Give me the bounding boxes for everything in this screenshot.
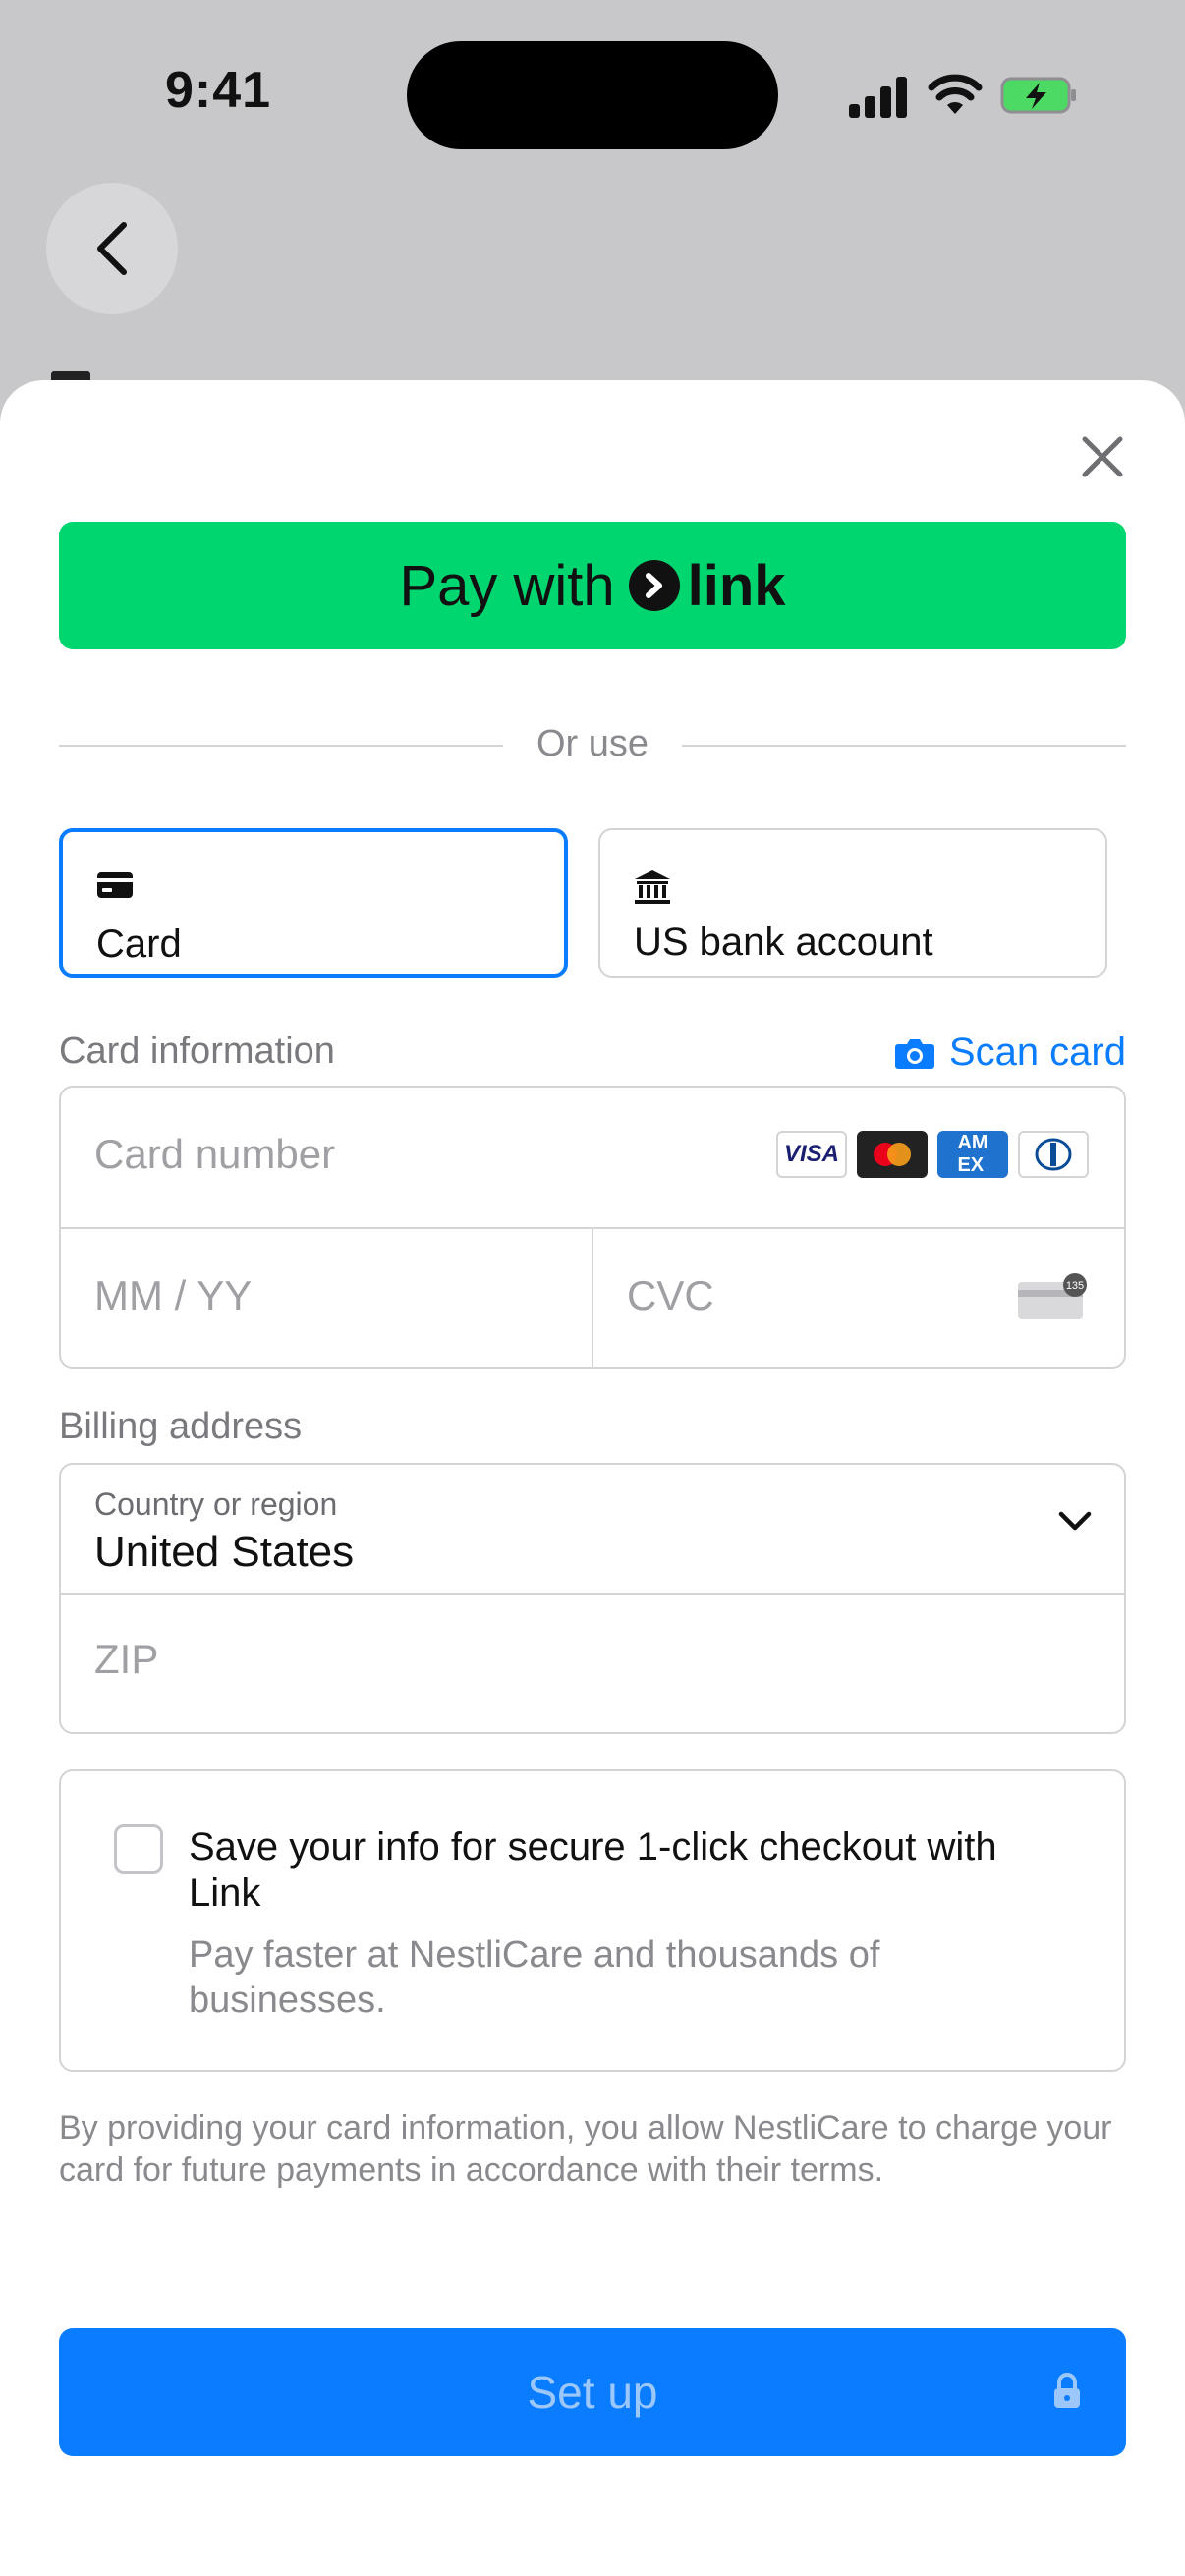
tab-card[interactable]: Card — [59, 828, 568, 978]
diners-club-icon — [1018, 1131, 1089, 1178]
chevron-down-icon — [1058, 1511, 1092, 1531]
setup-label: Set up — [527, 2367, 658, 2418]
zip-placeholder: ZIP — [94, 1636, 159, 1682]
cvc-card-icon: 135 — [1018, 1273, 1087, 1319]
card-information-label: Card information — [59, 1031, 335, 1072]
pay-with-link-button[interactable]: Pay with link — [59, 522, 1126, 649]
cvc-placeholder: CVC — [627, 1272, 714, 1318]
divider-label: Or use — [536, 723, 649, 764]
zip-field[interactable]: ZIP — [61, 1593, 1124, 1734]
link-arrow-icon — [628, 560, 680, 611]
lock-icon — [1054, 2373, 1080, 2408]
country-value: United States — [94, 1528, 355, 1576]
scan-card-label: Scan card — [948, 1031, 1126, 1074]
setup-button[interactable]: Set up — [59, 2328, 1126, 2456]
billing-address-label: Billing address — [59, 1406, 303, 1447]
card-information-fields: Card number VISA AM EX MM / YY CVC 135 — [59, 1086, 1126, 1369]
camera-icon — [894, 1038, 934, 1069]
tab-bank-label: US bank account — [634, 921, 933, 964]
country-select[interactable]: Country or region United States — [61, 1465, 1124, 1595]
cellular-signal-icon — [849, 77, 910, 118]
status-bar: 9:41 — [0, 0, 1185, 196]
save-info-title: Save your info for secure 1-click checko… — [189, 1825, 997, 1915]
link-logo: link — [628, 553, 786, 619]
chevron-left-icon — [97, 222, 127, 275]
cvc-badge-text: 135 — [1066, 1280, 1084, 1292]
amex-icon: AM EX — [937, 1131, 1008, 1178]
battery-charging-icon — [1000, 77, 1076, 114]
expiry-field[interactable]: MM / YY — [61, 1227, 593, 1369]
close-icon — [1082, 436, 1123, 477]
close-button[interactable] — [1073, 427, 1132, 486]
payment-sheet: Pay with link Or use Card US bank accoun… — [0, 380, 1185, 2576]
visa-icon: VISA — [776, 1131, 847, 1178]
wifi-icon — [928, 74, 983, 114]
legal-text: By providing your card information, you … — [59, 2109, 1112, 2189]
mastercard-icon — [857, 1131, 928, 1178]
cvc-field[interactable]: CVC 135 — [593, 1227, 1126, 1369]
save-info-panel: Save your info for secure 1-click checko… — [59, 1769, 1126, 2072]
card-number-field[interactable]: Card number VISA AM EX — [61, 1088, 1124, 1229]
country-label: Country or region — [94, 1486, 338, 1522]
status-time: 9:41 — [165, 62, 272, 119]
tab-us-bank-account[interactable]: US bank account — [598, 828, 1107, 978]
card-number-placeholder: Card number — [94, 1131, 336, 1177]
card-icon — [97, 872, 133, 898]
expiry-placeholder: MM / YY — [94, 1272, 253, 1318]
scan-card-button[interactable]: Scan card — [894, 1031, 1126, 1075]
save-info-subtitle: Pay faster at NestliCare and thousands o… — [189, 1934, 880, 2021]
tab-card-label: Card — [96, 923, 182, 966]
card-brand-icons: VISA AM EX — [776, 1131, 1089, 1178]
dynamic-island — [407, 41, 778, 149]
billing-address-fields: Country or region United States ZIP — [59, 1463, 1126, 1734]
link-brand-text: link — [687, 553, 786, 618]
pay-with-label: Pay with — [399, 553, 615, 618]
back-button[interactable] — [46, 183, 178, 314]
bank-icon — [635, 870, 670, 904]
save-info-checkbox[interactable] — [114, 1824, 163, 1874]
